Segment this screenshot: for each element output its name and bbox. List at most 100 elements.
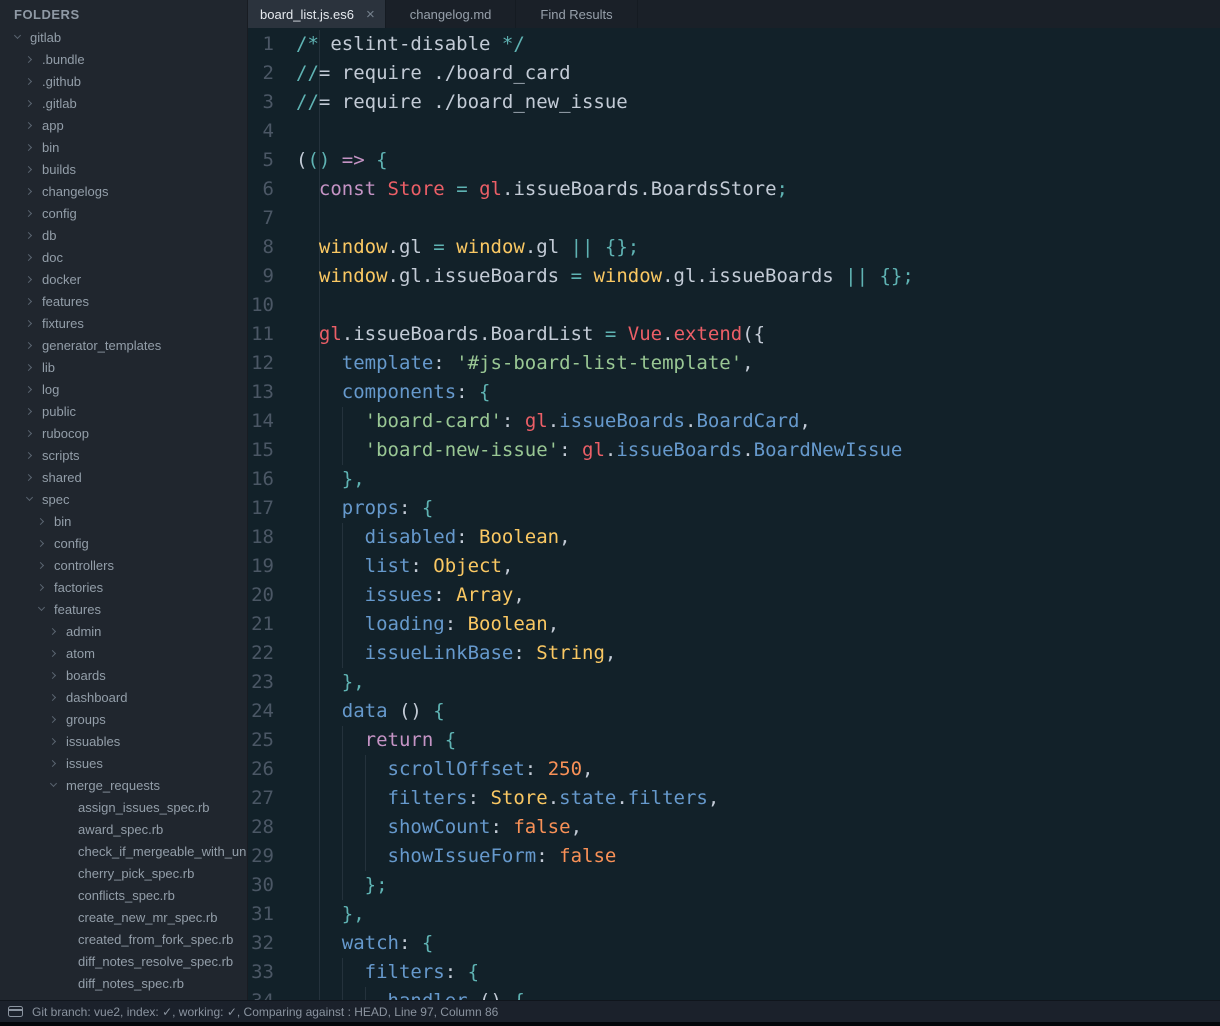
- code-line-3[interactable]: 3//= require ./board_new_issue: [248, 88, 1220, 117]
- code-line-21[interactable]: 21 loading: Boolean,: [248, 610, 1220, 639]
- tab-find-results[interactable]: Find Results: [516, 0, 637, 28]
- file-item-create-new-mr-spec-rb[interactable]: create_new_mr_spec.rb: [0, 906, 247, 928]
- folder-item-spec[interactable]: spec: [0, 488, 247, 510]
- line-number: 20: [248, 581, 296, 610]
- code-line-2[interactable]: 2//= require ./board_card: [248, 59, 1220, 88]
- code-text: scrollOffset: 250,: [296, 755, 1220, 784]
- tree-item-label: generator_templates: [42, 338, 161, 353]
- code-line-33[interactable]: 33 filters: {: [248, 958, 1220, 987]
- folder-item-app[interactable]: app: [0, 114, 247, 136]
- tree-item-label: create_new_mr_spec.rb: [78, 910, 217, 925]
- code-line-15[interactable]: 15 'board-new-issue': gl.issueBoards.Boa…: [248, 436, 1220, 465]
- code-line-4[interactable]: 4: [248, 117, 1220, 146]
- file-item-created-from-fork-spec-rb[interactable]: created_from_fork_spec.rb: [0, 928, 247, 950]
- folder-item-gitlab[interactable]: gitlab: [0, 26, 247, 48]
- code-line-16[interactable]: 16 },: [248, 465, 1220, 494]
- code-line-9[interactable]: 9 window.gl.issueBoards = window.gl.issu…: [248, 262, 1220, 291]
- line-number: 33: [248, 958, 296, 987]
- folder-item-merge-requests[interactable]: merge_requests: [0, 774, 247, 796]
- code-line-32[interactable]: 32 watch: {: [248, 929, 1220, 958]
- folder-item-shared[interactable]: shared: [0, 466, 247, 488]
- file-item-diff-notes-resolve-spec-rb[interactable]: diff_notes_resolve_spec.rb: [0, 950, 247, 972]
- code-line-34[interactable]: 34 handler () {: [248, 987, 1220, 1000]
- folder-item-bin[interactable]: bin: [0, 136, 247, 158]
- file-item-cherry-pick-spec-rb[interactable]: cherry_pick_spec.rb: [0, 862, 247, 884]
- folder-item-builds[interactable]: builds: [0, 158, 247, 180]
- code-line-1[interactable]: 1/* eslint-disable */: [248, 30, 1220, 59]
- folder-item-log[interactable]: log: [0, 378, 247, 400]
- folder-item-rubocop[interactable]: rubocop: [0, 422, 247, 444]
- tree-item-label: changelogs: [42, 184, 109, 199]
- code-line-26[interactable]: 26 scrollOffset: 250,: [248, 755, 1220, 784]
- code-line-29[interactable]: 29 showIssueForm: false: [248, 842, 1220, 871]
- file-item-award-spec-rb[interactable]: award_spec.rb: [0, 818, 247, 840]
- code-line-12[interactable]: 12 template: '#js-board-list-template',: [248, 349, 1220, 378]
- folder-item-generator-templates[interactable]: generator_templates: [0, 334, 247, 356]
- file-item-conflicts-spec-rb[interactable]: conflicts_spec.rb: [0, 884, 247, 906]
- tree-item-label: dashboard: [66, 690, 127, 705]
- code-line-8[interactable]: 8 window.gl = window.gl || {};: [248, 233, 1220, 262]
- folder-item-dashboard[interactable]: dashboard: [0, 686, 247, 708]
- folder-item-features[interactable]: features: [0, 598, 247, 620]
- chevron-right-icon: [46, 734, 60, 748]
- folder-item-admin[interactable]: admin: [0, 620, 247, 642]
- tab-changelog-md[interactable]: changelog.md: [386, 0, 517, 28]
- folder-item-config[interactable]: config: [0, 202, 247, 224]
- folder-item-issues[interactable]: issues: [0, 752, 247, 774]
- folder-item-docker[interactable]: docker: [0, 268, 247, 290]
- folder-item-lib[interactable]: lib: [0, 356, 247, 378]
- folder-item-features[interactable]: features: [0, 290, 247, 312]
- code-text: data () {: [296, 697, 1220, 726]
- folder-item-db[interactable]: db: [0, 224, 247, 246]
- code-line-13[interactable]: 13 components: {: [248, 378, 1220, 407]
- folder-item-scripts[interactable]: scripts: [0, 444, 247, 466]
- folder-item-fixtures[interactable]: fixtures: [0, 312, 247, 334]
- code-line-7[interactable]: 7: [248, 204, 1220, 233]
- code-line-17[interactable]: 17 props: {: [248, 494, 1220, 523]
- code-editor[interactable]: 1/* eslint-disable */2//= require ./boar…: [248, 28, 1220, 1000]
- chevron-right-icon: [22, 448, 36, 462]
- code-line-22[interactable]: 22 issueLinkBase: String,: [248, 639, 1220, 668]
- folder-item-public[interactable]: public: [0, 400, 247, 422]
- code-line-28[interactable]: 28 showCount: false,: [248, 813, 1220, 842]
- tab-board-list-js-es6[interactable]: board_list.js.es6×: [248, 0, 386, 28]
- folder-item-bin[interactable]: bin: [0, 510, 247, 532]
- code-line-10[interactable]: 10: [248, 291, 1220, 320]
- code-line-20[interactable]: 20 issues: Array,: [248, 581, 1220, 610]
- code-line-25[interactable]: 25 return {: [248, 726, 1220, 755]
- code-line-27[interactable]: 27 filters: Store.state.filters,: [248, 784, 1220, 813]
- folder-item-issuables[interactable]: issuables: [0, 730, 247, 752]
- folder-item-bundle[interactable]: .bundle: [0, 48, 247, 70]
- code-line-23[interactable]: 23 },: [248, 668, 1220, 697]
- sidebar[interactable]: FOLDERS gitlab.bundle.github.gitlabappbi…: [0, 0, 248, 1000]
- code-line-24[interactable]: 24 data () {: [248, 697, 1220, 726]
- folder-item-boards[interactable]: boards: [0, 664, 247, 686]
- folder-item-changelogs[interactable]: changelogs: [0, 180, 247, 202]
- line-number: 31: [248, 900, 296, 929]
- file-item-assign-issues-spec-rb[interactable]: assign_issues_spec.rb: [0, 796, 247, 818]
- code-line-30[interactable]: 30 };: [248, 871, 1220, 900]
- file-item-check-if-mergeable-with-unreso[interactable]: check_if_mergeable_with_unreso: [0, 840, 247, 862]
- folder-item-factories[interactable]: factories: [0, 576, 247, 598]
- tree-item-label: bin: [42, 140, 59, 155]
- code-line-14[interactable]: 14 'board-card': gl.issueBoards.BoardCar…: [248, 407, 1220, 436]
- code-line-31[interactable]: 31 },: [248, 900, 1220, 929]
- code-line-6[interactable]: 6 const Store = gl.issueBoards.BoardsSto…: [248, 175, 1220, 204]
- folder-item-config[interactable]: config: [0, 532, 247, 554]
- code-text: props: {: [296, 494, 1220, 523]
- code-line-18[interactable]: 18 disabled: Boolean,: [248, 523, 1220, 552]
- folder-item-controllers[interactable]: controllers: [0, 554, 247, 576]
- tree-item-label: boards: [66, 668, 106, 683]
- code-line-11[interactable]: 11 gl.issueBoards.BoardList = Vue.extend…: [248, 320, 1220, 349]
- file-item-diff-notes-spec-rb[interactable]: diff_notes_spec.rb: [0, 972, 247, 994]
- folder-item-github[interactable]: .github: [0, 70, 247, 92]
- chevron-right-icon: [22, 470, 36, 484]
- console-panel-icon[interactable]: [8, 1006, 23, 1017]
- close-icon[interactable]: ×: [366, 7, 375, 22]
- code-line-5[interactable]: 5(() => {: [248, 146, 1220, 175]
- folder-item-atom[interactable]: atom: [0, 642, 247, 664]
- code-line-19[interactable]: 19 list: Object,: [248, 552, 1220, 581]
- folder-item-gitlab[interactable]: .gitlab: [0, 92, 247, 114]
- folder-item-doc[interactable]: doc: [0, 246, 247, 268]
- folder-item-groups[interactable]: groups: [0, 708, 247, 730]
